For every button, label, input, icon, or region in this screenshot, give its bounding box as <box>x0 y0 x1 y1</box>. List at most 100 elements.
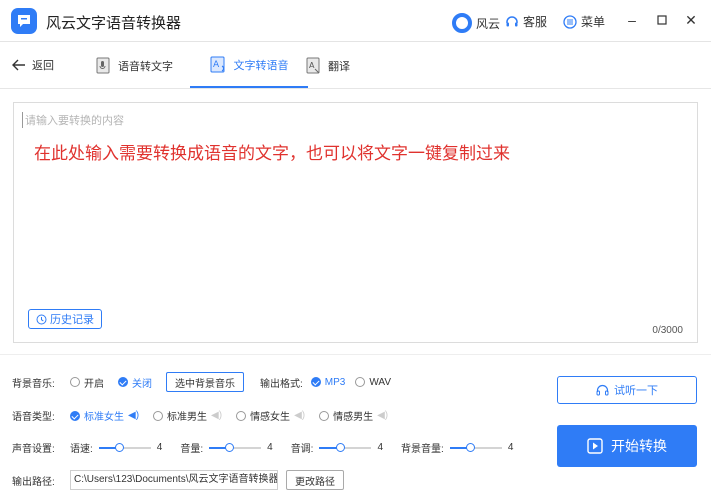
slider-value: 4 <box>156 442 163 453</box>
slider-label: 音量: <box>180 444 204 455</box>
voice-standard-female-radio[interactable]: 标准女生 ◀) <box>70 408 139 423</box>
speed-slider[interactable] <box>98 442 151 452</box>
slider-label: 语速: <box>70 444 93 455</box>
bg-music-label: 背景音乐: <box>12 378 55 390</box>
voice-emotional-female-radio[interactable]: 情感女生 ◀) <box>236 408 305 423</box>
bg-music-on-radio[interactable]: 开启 <box>70 375 104 390</box>
speaker-icon[interactable]: ◀) <box>211 410 222 421</box>
history-label: 历史记录 <box>50 314 94 326</box>
voice-emotional-male-radio[interactable]: 情感男生 ◀) <box>319 408 388 423</box>
bg-volume-slider[interactable] <box>449 442 502 452</box>
volume-slider-group: 音量: 4 <box>180 440 272 455</box>
bg-volume-slider-group: 背景音量: 4 <box>401 440 513 455</box>
voice-standard-male-radio[interactable]: 标准男生 ◀) <box>153 408 222 423</box>
svg-text:A: A <box>309 61 315 70</box>
minimize-button[interactable]: – <box>624 12 640 28</box>
choose-bg-music-button[interactable]: 选中背景音乐 <box>166 372 244 392</box>
radio-icon <box>236 410 247 421</box>
radio-icon <box>70 377 80 387</box>
headset-icon <box>506 15 518 26</box>
translate-icon: A <box>306 57 320 73</box>
tab-speech-to-text[interactable]: 语音转文字 <box>92 43 177 88</box>
tab-translate[interactable]: A 翻译 <box>302 43 354 88</box>
brand-icon <box>452 13 472 33</box>
title-bar: 风云文字语音转换器 风云 客服 菜单 – ✕ <box>0 0 711 42</box>
brand-button[interactable]: 风云 <box>452 13 500 33</box>
change-path-button[interactable]: 更改路径 <box>286 470 344 490</box>
radio-checked-icon <box>70 410 80 421</box>
try-listen-label: 试听一下 <box>614 385 658 397</box>
voice-type-row: 语音类型: 标准女生 ◀) 标准男生 ◀) 情感女生 ◀) 情感男生 ◀) <box>12 408 402 423</box>
output-path-row: 输出路径: C:\Users\123\Documents\风云文字语音转换器 更… <box>12 470 344 490</box>
tab-label: 语音转文字 <box>118 60 173 73</box>
voice-option-label: 情感男生 <box>333 412 374 423</box>
tab-label: 文字转语音 <box>233 59 289 72</box>
menu-icon <box>563 14 577 29</box>
radio-icon <box>319 410 330 421</box>
radio-checked-icon <box>310 377 321 387</box>
radio-icon <box>355 377 366 387</box>
speed-slider-group: 语速: 4 <box>70 440 162 455</box>
back-label: 返回 <box>32 60 54 72</box>
format-wav-label: WAV <box>369 376 392 388</box>
slider-value: 4 <box>377 442 384 453</box>
speaker-icon[interactable]: ◀) <box>294 410 305 421</box>
slider-value: 4 <box>507 442 514 453</box>
bg-music-off-radio[interactable]: 关闭 <box>118 375 152 390</box>
format-mp3-radio[interactable]: MP3 <box>310 376 346 388</box>
app-title: 风云文字语音转换器 <box>46 15 182 32</box>
text-input-area[interactable]: 请输入要转换的内容 在此处输入需要转换成语音的文字，也可以将文字一键复制过来 历… <box>13 102 698 343</box>
voice-type-label: 语音类型: <box>12 412 55 423</box>
char-count: 0/3000 <box>652 325 683 336</box>
try-listen-button[interactable]: 试听一下 <box>557 376 697 404</box>
bg-music-row: 背景音乐: 开启 关闭 选中背景音乐 输出格式: MP3 WAV <box>12 372 405 392</box>
maximize-icon <box>657 15 667 25</box>
slider-knob[interactable] <box>335 442 345 452</box>
start-convert-button[interactable]: 开始转换 <box>557 425 697 467</box>
radio-icon <box>153 410 164 421</box>
maximize-button[interactable] <box>654 12 670 28</box>
history-button[interactable]: 历史记录 <box>28 309 102 329</box>
format-mp3-label: MP3 <box>324 376 346 388</box>
bg-music-off-label: 关闭 <box>132 378 152 390</box>
voice-option-label: 标准女生 <box>84 412 124 423</box>
voice-option-label: 情感女生 <box>250 412 291 423</box>
volume-slider[interactable] <box>209 442 262 452</box>
close-button[interactable]: ✕ <box>683 12 699 28</box>
speech-to-text-icon <box>96 57 110 73</box>
customer-service-button[interactable]: 客服 <box>505 13 547 30</box>
play-icon <box>587 438 603 454</box>
slider-knob[interactable] <box>115 442 125 452</box>
slider-label: 音调: <box>290 444 314 455</box>
slider-label: 背景音量: <box>401 444 444 455</box>
text-to-speech-icon: A <box>210 56 224 72</box>
slider-knob[interactable] <box>466 442 476 452</box>
svg-text:A: A <box>213 60 220 70</box>
input-hint-text: 在此处输入需要转换成语音的文字，也可以将文字一键复制过来 <box>34 144 510 163</box>
clock-icon <box>36 314 47 324</box>
output-path-label: 输出路径: <box>12 476 55 488</box>
radio-checked-icon <box>118 377 128 387</box>
menu-button[interactable]: 菜单 <box>563 13 605 30</box>
slider-value: 4 <box>267 442 273 453</box>
start-convert-label: 开始转换 <box>611 438 667 454</box>
output-path-input[interactable]: C:\Users\123\Documents\风云文字语音转换器 <box>70 470 278 490</box>
brand-label: 风云 <box>476 16 501 31</box>
arrow-left-icon <box>12 59 25 71</box>
pitch-slider-group: 音调: 4 <box>291 440 383 455</box>
nav-bar: 返回 语音转文字 A 文字转语音 A 翻译 <box>0 43 711 89</box>
sound-settings-label: 声音设置: <box>12 444 55 455</box>
tab-label: 翻译 <box>328 60 350 73</box>
service-label: 客服 <box>523 15 548 29</box>
slider-knob[interactable] <box>225 442 235 452</box>
back-button[interactable]: 返回 <box>12 57 54 73</box>
speaker-icon[interactable]: ◀) <box>128 410 139 421</box>
sound-settings-row: 声音设置: 语速: 4 音量: 4 音调: 4 背景音量: 4 <box>12 440 513 455</box>
speaker-icon[interactable]: ◀) <box>377 410 388 421</box>
format-wav-radio[interactable]: WAV <box>355 377 391 388</box>
tab-text-to-speech[interactable]: A 文字转语音 <box>190 43 308 88</box>
pitch-slider[interactable] <box>319 442 372 452</box>
text-input-placeholder: 请输入要转换的内容 <box>22 112 124 128</box>
format-label: 输出格式: <box>260 378 303 390</box>
bg-music-on-label: 开启 <box>84 378 104 390</box>
